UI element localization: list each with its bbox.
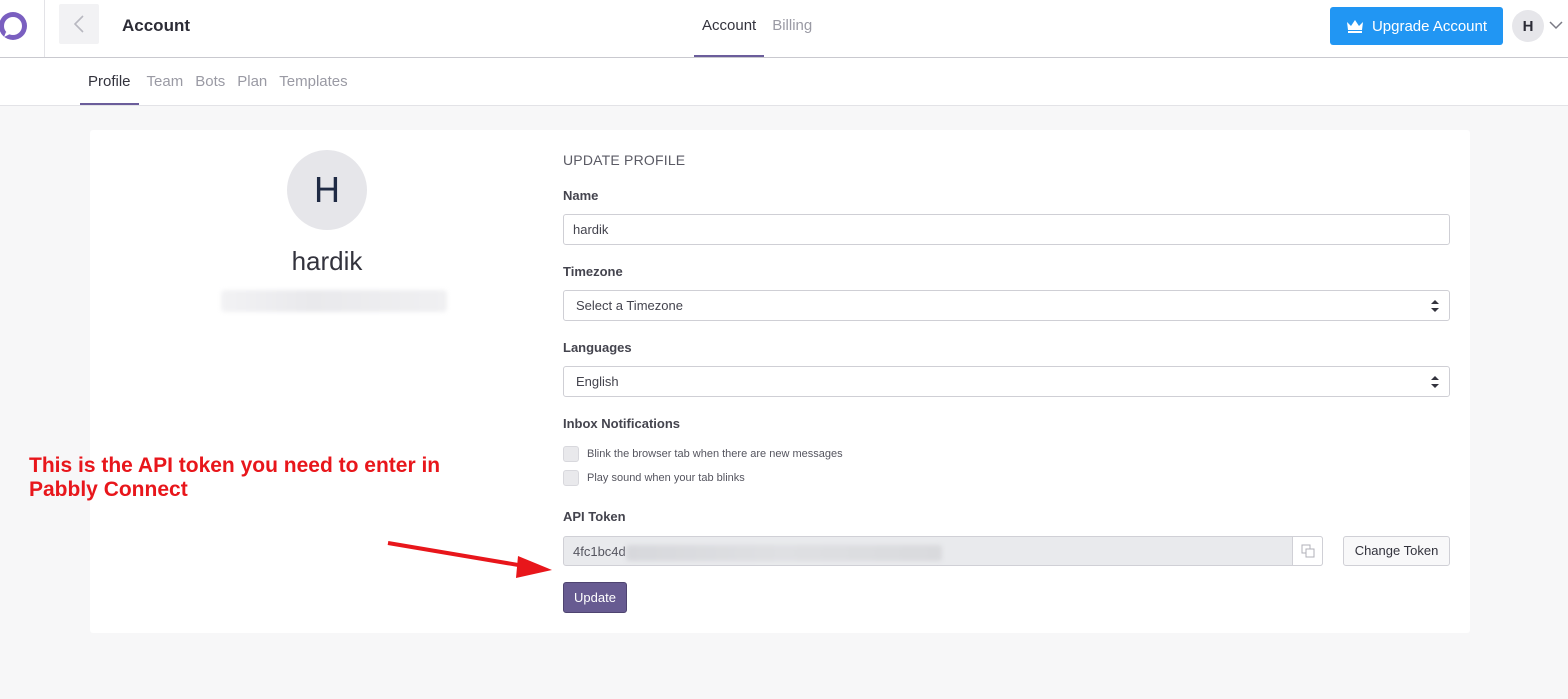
api-token-value: 4fc1bc4d xyxy=(573,544,626,559)
language-value: English xyxy=(576,374,619,389)
crown-icon xyxy=(1346,20,1363,33)
language-select[interactable]: English xyxy=(563,366,1450,397)
annotation-line-2: Pabbly Connect xyxy=(29,478,188,501)
page-title: Account xyxy=(122,16,190,35)
copy-token-button[interactable] xyxy=(1292,536,1323,566)
upgrade-account-button[interactable]: Upgrade Account xyxy=(1330,7,1503,45)
logo-divider xyxy=(44,0,45,57)
play-sound-checkbox[interactable] xyxy=(563,470,579,486)
back-arrow-icon xyxy=(73,15,84,33)
timezone-label: Timezone xyxy=(563,264,623,279)
back-button[interactable] xyxy=(59,4,99,44)
upgrade-account-label: Upgrade Account xyxy=(1371,17,1488,35)
api-token-field[interactable]: 4fc1bc4d xyxy=(563,536,1323,566)
annotation-line-1: This is the API token you need to enter … xyxy=(29,454,441,477)
timezone-value: Select a Timezone xyxy=(576,298,683,313)
api-token-blurred xyxy=(626,545,942,561)
name-label: Name xyxy=(563,188,599,203)
tab-billing[interactable]: Billing xyxy=(764,0,820,57)
top-tabs: Account Billing xyxy=(694,0,820,57)
tab-profile[interactable]: Profile xyxy=(80,58,139,105)
blink-tab-label: Blink the browser tab when there are new… xyxy=(587,448,843,460)
logo-icon[interactable] xyxy=(0,9,30,43)
blink-tab-checkbox[interactable] xyxy=(563,446,579,462)
copy-icon xyxy=(1301,544,1314,558)
select-arrows-icon xyxy=(1431,376,1439,388)
tab-account[interactable]: Account xyxy=(694,0,765,57)
profile-avatar: H xyxy=(287,150,367,230)
update-button[interactable]: Update xyxy=(563,582,627,613)
tab-plan[interactable]: Plan xyxy=(233,58,271,105)
top-bar: Account Account Billing Upgrade Account … xyxy=(0,0,1568,58)
profile-card: H hardik UPDATE PROFILE Name hardik Time… xyxy=(90,130,1470,633)
select-arrows-icon xyxy=(1431,300,1439,312)
api-token-label: API Token xyxy=(563,509,626,524)
sub-nav: Profile Team Bots Plan Templates xyxy=(0,58,1568,106)
inbox-notifications-label: Inbox Notifications xyxy=(563,416,680,431)
annotation-arrow-icon xyxy=(387,541,552,578)
play-sound-label: Play sound when your tab blinks xyxy=(587,472,745,484)
section-title: UPDATE PROFILE xyxy=(563,152,686,168)
tab-templates[interactable]: Templates xyxy=(275,58,351,105)
timezone-select[interactable]: Select a Timezone xyxy=(563,290,1450,321)
user-avatar[interactable]: H xyxy=(1512,10,1544,42)
change-token-button[interactable]: Change Token xyxy=(1343,536,1450,566)
chevron-down-icon[interactable] xyxy=(1549,20,1563,30)
notification-sound-row: Play sound when your tab blinks xyxy=(563,470,745,486)
notification-blink-row: Blink the browser tab when there are new… xyxy=(563,446,843,462)
annotation-text: This is the API token you need to enter … xyxy=(29,454,529,502)
sub-tabs: Profile Team Bots Plan Templates xyxy=(80,58,356,105)
profile-name: hardik xyxy=(291,246,363,276)
tab-bots[interactable]: Bots xyxy=(191,58,229,105)
profile-email-blurred xyxy=(221,290,447,312)
tab-team[interactable]: Team xyxy=(143,58,188,105)
name-input[interactable]: hardik xyxy=(563,214,1450,245)
languages-label: Languages xyxy=(563,340,632,355)
